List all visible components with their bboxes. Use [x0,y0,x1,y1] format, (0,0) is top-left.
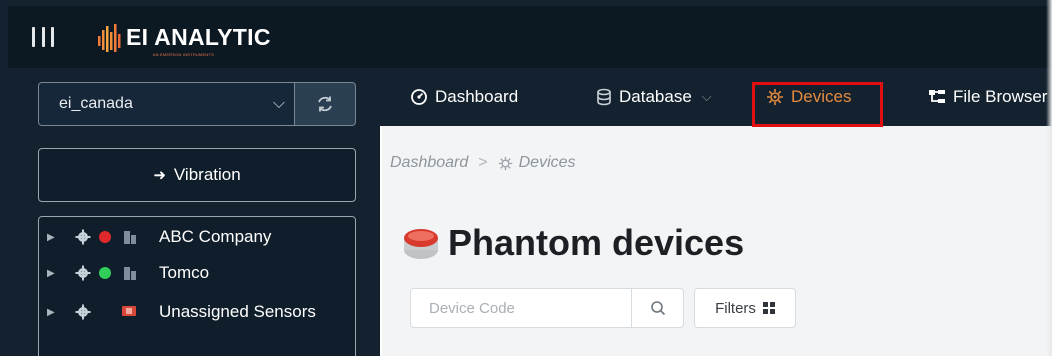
status-dot-icon [99,267,111,279]
logo-text: EI ANALYTIC [126,23,271,50]
vibration-button-label: Vibration [173,165,241,184]
tree-item-label: Tomco [159,263,210,282]
nav-file-browser-label: File Browser [953,87,1048,106]
gear-icon[interactable] [75,229,91,245]
asset-tree: ▶ ABC Company ▶ Tomco ▶ Unassigned Senso… [38,216,356,356]
refresh-button[interactable] [294,82,356,126]
device-code-input[interactable] [411,289,631,327]
gear-icon[interactable] [75,304,91,320]
chevron-down-icon: ⌵ [701,89,712,104]
search-button[interactable] [631,289,683,327]
tree-item-label: ABC Company [159,227,272,246]
vibration-button[interactable]: ➜ Vibration [38,148,356,202]
caret-right-icon[interactable]: ▶ [47,232,55,243]
tree-item-tomco[interactable]: ▶ Tomco [39,259,355,287]
menu-icon[interactable] [32,25,54,49]
filters-label: Filters [715,299,756,317]
page-title: Phantom devices [402,222,744,264]
building-icon [124,267,136,280]
nav-database[interactable]: Database ⌵ [596,84,712,110]
breadcrumb-devices: Devices [518,154,576,171]
devices-icon [498,156,512,170]
arrow-right-icon: ➜ [153,167,166,184]
breadcrumb-dashboard[interactable]: Dashboard [390,154,468,172]
nav-bar: Dashboard Database ⌵ Devices File Browse… [374,68,1052,126]
nav-devices[interactable]: Devices [766,84,851,110]
app-frame: EI ANALYTIC AN EMERSON INSTRUMENTS ei_ca… [0,0,1052,356]
status-dot-icon [99,231,111,243]
devices-icon [767,89,783,105]
tree-item-abc-company[interactable]: ▶ ABC Company [39,223,355,251]
tree-item-label: Unassigned Sensors [159,302,316,321]
main-content: Dashboard > Devices Phantom devices Devi… [380,126,1052,356]
nav-database-label: Database [619,87,692,106]
caret-right-icon[interactable]: ▶ [47,268,55,279]
tree-item-unassigned-sensors[interactable]: ▶ Unassigned Sensors [39,298,355,326]
caret-right-icon[interactable]: ▶ [47,307,55,318]
filters-button[interactable]: Filters [694,288,796,328]
file-browser-icon [929,90,945,103]
grid-icon [762,302,775,314]
search-icon [650,301,665,316]
nav-dashboard-label: Dashboard [435,87,519,106]
phantom-device-icon [404,229,438,259]
site-select-value: ei_canada [59,95,133,112]
building-icon [124,231,136,244]
top-bar: EI ANALYTIC AN EMERSON INSTRUMENTS [8,6,1052,68]
edge-shadow [1046,0,1052,356]
sidebar: ei_canada ⌵ ➜ Vibration ▶ ABC Company ▶ … [8,68,374,356]
refresh-icon [318,96,332,112]
unassigned-sensor-icon [122,306,136,316]
logo-subtext: AN EMERSON INSTRUMENTS [152,52,214,57]
nav-file-browser[interactable]: File Browser [928,84,1047,110]
nav-dashboard[interactable]: Dashboard [410,84,518,110]
breadcrumb: Dashboard > Devices [390,154,576,172]
page-title-text: Phantom devices [448,222,745,263]
device-search [410,288,684,328]
breadcrumb-separator: > [478,154,488,171]
chevron-down-icon: ⌵ [272,95,285,112]
gear-icon[interactable] [75,265,91,281]
nav-devices-label: Devices [791,87,852,106]
database-icon [597,88,611,106]
dashboard-icon [411,89,427,105]
site-select[interactable]: ei_canada ⌵ [38,82,296,126]
